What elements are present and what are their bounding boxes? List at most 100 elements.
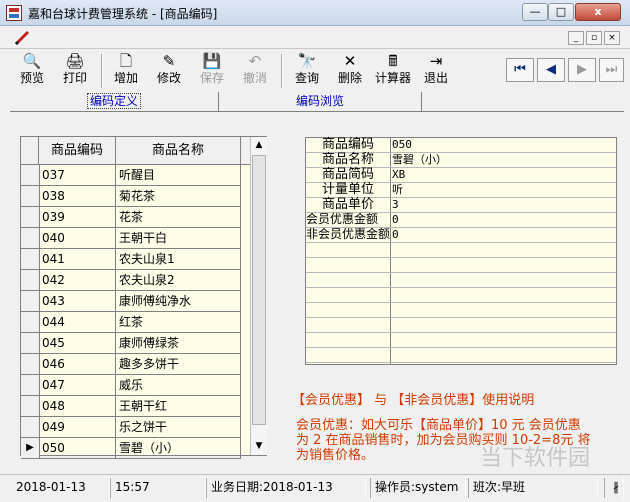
row-indicator[interactable] — [21, 249, 40, 269]
prev-record-button[interactable]: ◀ — [537, 58, 565, 82]
cell-code[interactable]: 039 — [39, 207, 116, 227]
cell-name[interactable]: 农夫山泉1 — [116, 249, 241, 269]
empty-form-row — [306, 348, 616, 363]
cell-code[interactable]: 045 — [39, 333, 116, 353]
row-indicator[interactable] — [21, 291, 40, 311]
form-row: 商品简码 XB — [306, 168, 616, 183]
row-indicator[interactable] — [21, 354, 40, 374]
toolbar-separator — [101, 54, 103, 88]
cell-name[interactable]: 王朝干白 — [116, 228, 241, 248]
maximize-button[interactable]: □ — [548, 3, 574, 21]
exit-button[interactable]: ⇥ 退出 — [418, 52, 454, 90]
column-header-code[interactable]: 商品编码 — [39, 137, 116, 165]
cell-name[interactable]: 康师傅纯净水 — [116, 291, 241, 311]
mdi-minimize-button[interactable]: _ — [568, 31, 584, 45]
row-indicator[interactable] — [21, 270, 40, 290]
field-value[interactable]: 0 — [392, 213, 399, 227]
column-header-name[interactable]: 商品名称 — [116, 137, 241, 165]
field-value[interactable]: XB — [392, 168, 405, 182]
table-row[interactable]: 042 农夫山泉2 — [21, 270, 241, 291]
table-row[interactable]: 049 乐之饼干 — [21, 417, 241, 438]
table-row[interactable]: 045 康师傅绿茶 — [21, 333, 241, 354]
undo-button[interactable]: ↶ 撤消 — [235, 52, 275, 90]
cell-name[interactable]: 威乐 — [116, 375, 241, 395]
table-row[interactable]: 040 王朝干白 — [21, 228, 241, 249]
table-row[interactable]: 044 红茶 — [21, 312, 241, 333]
delete-button[interactable]: ✕ 删除 — [330, 52, 370, 90]
resize-grip-icon[interactable]: ∦ — [604, 478, 624, 498]
scroll-up-arrow-icon[interactable]: ▲ — [251, 137, 267, 153]
last-record-button[interactable]: ⏭ — [599, 58, 624, 82]
cell-name[interactable]: 王朝干红 — [116, 396, 241, 416]
row-indicator[interactable] — [21, 207, 40, 227]
cell-code[interactable]: 044 — [39, 312, 116, 332]
vertical-scrollbar[interactable]: ▲ ▼ — [250, 137, 267, 455]
cell-code[interactable]: 048 — [39, 396, 116, 416]
row-indicator[interactable] — [21, 165, 40, 185]
first-record-button[interactable]: ⏮ — [506, 58, 534, 82]
add-button[interactable]: 🗋 增加 — [106, 52, 146, 90]
table-row[interactable]: 041 农夫山泉1 — [21, 249, 241, 270]
mdi-restore-button[interactable]: ▫ — [586, 31, 602, 45]
tab-code-browse[interactable]: 编码浏览 — [218, 92, 422, 112]
close-button[interactable]: x — [575, 3, 621, 21]
row-indicator[interactable] — [21, 333, 40, 353]
field-label: 非会员优惠金额 — [306, 227, 391, 242]
cell-code[interactable]: 042 — [39, 270, 116, 290]
window-title: 嘉和台球计费管理系统 - [商品编码] — [28, 7, 218, 21]
cell-code[interactable]: 046 — [39, 354, 116, 374]
form-row: 非会员优惠金额 0 — [306, 228, 616, 243]
scroll-down-arrow-icon[interactable]: ▼ — [251, 438, 267, 454]
cell-code[interactable]: 050 — [39, 438, 116, 458]
cell-name[interactable]: 康师傅绿茶 — [116, 333, 241, 353]
next-record-button[interactable]: ▶ — [568, 58, 596, 82]
save-button[interactable]: 💾 保存 — [192, 52, 232, 90]
cell-name[interactable]: 雪碧（小） — [116, 438, 241, 458]
cell-name[interactable]: 听醒目 — [116, 165, 241, 185]
row-indicator[interactable] — [21, 186, 40, 206]
cell-name[interactable]: 农夫山泉2 — [116, 270, 241, 290]
field-value[interactable]: 听 — [392, 183, 403, 197]
cell-code[interactable]: 037 — [39, 165, 116, 185]
table-row[interactable]: 043 康师傅纯净水 — [21, 291, 241, 312]
row-indicator[interactable]: ▶ — [21, 438, 40, 458]
minimize-button[interactable]: — — [522, 3, 548, 21]
edit-button[interactable]: ✎ 修改 — [149, 52, 189, 90]
query-button[interactable]: 🔭 查询 — [287, 52, 327, 90]
table-row[interactable]: ▶ 050 雪碧（小） — [21, 438, 241, 459]
field-value[interactable]: 雪碧（小） — [392, 153, 447, 167]
next-record-icon: ▶ — [577, 62, 587, 77]
cell-name[interactable]: 乐之饼干 — [116, 417, 241, 437]
field-value[interactable]: 3 — [392, 198, 399, 212]
table-row[interactable]: 037 听醒目 — [21, 165, 241, 186]
table-row[interactable]: 046 趣多多饼干 — [21, 354, 241, 375]
row-indicator[interactable] — [21, 375, 40, 395]
table-row[interactable]: 048 王朝干红 — [21, 396, 241, 417]
cell-code[interactable]: 049 — [39, 417, 116, 437]
cell-name[interactable]: 菊花茶 — [116, 186, 241, 206]
print-button[interactable]: 🖨 打印 — [55, 52, 95, 90]
row-indicator[interactable] — [21, 396, 40, 416]
row-indicator[interactable] — [21, 312, 40, 332]
preview-button[interactable]: 🔍 预览 — [12, 52, 52, 90]
tab-code-definition[interactable]: 编码定义 — [12, 92, 216, 112]
field-value[interactable]: 0 — [392, 228, 399, 242]
cell-name[interactable]: 花茶 — [116, 207, 241, 227]
table-row[interactable]: 039 花茶 — [21, 207, 241, 228]
cell-name[interactable]: 趣多多饼干 — [116, 354, 241, 374]
row-indicator[interactable] — [21, 417, 40, 437]
cell-name[interactable]: 红茶 — [116, 312, 241, 332]
calculator-button[interactable]: 🖩 计算器 — [370, 52, 416, 90]
cell-code[interactable]: 047 — [39, 375, 116, 395]
scroll-thumb[interactable] — [252, 155, 266, 425]
cell-code[interactable]: 041 — [39, 249, 116, 269]
print-icon: 🖨 — [65, 52, 85, 70]
field-value[interactable]: 050 — [392, 138, 412, 152]
table-row[interactable]: 047 威乐 — [21, 375, 241, 396]
cell-code[interactable]: 038 — [39, 186, 116, 206]
cell-code[interactable]: 043 — [39, 291, 116, 311]
cell-code[interactable]: 040 — [39, 228, 116, 248]
mdi-close-button[interactable]: × — [604, 31, 620, 45]
row-indicator[interactable] — [21, 228, 40, 248]
table-row[interactable]: 038 菊花茶 — [21, 186, 241, 207]
